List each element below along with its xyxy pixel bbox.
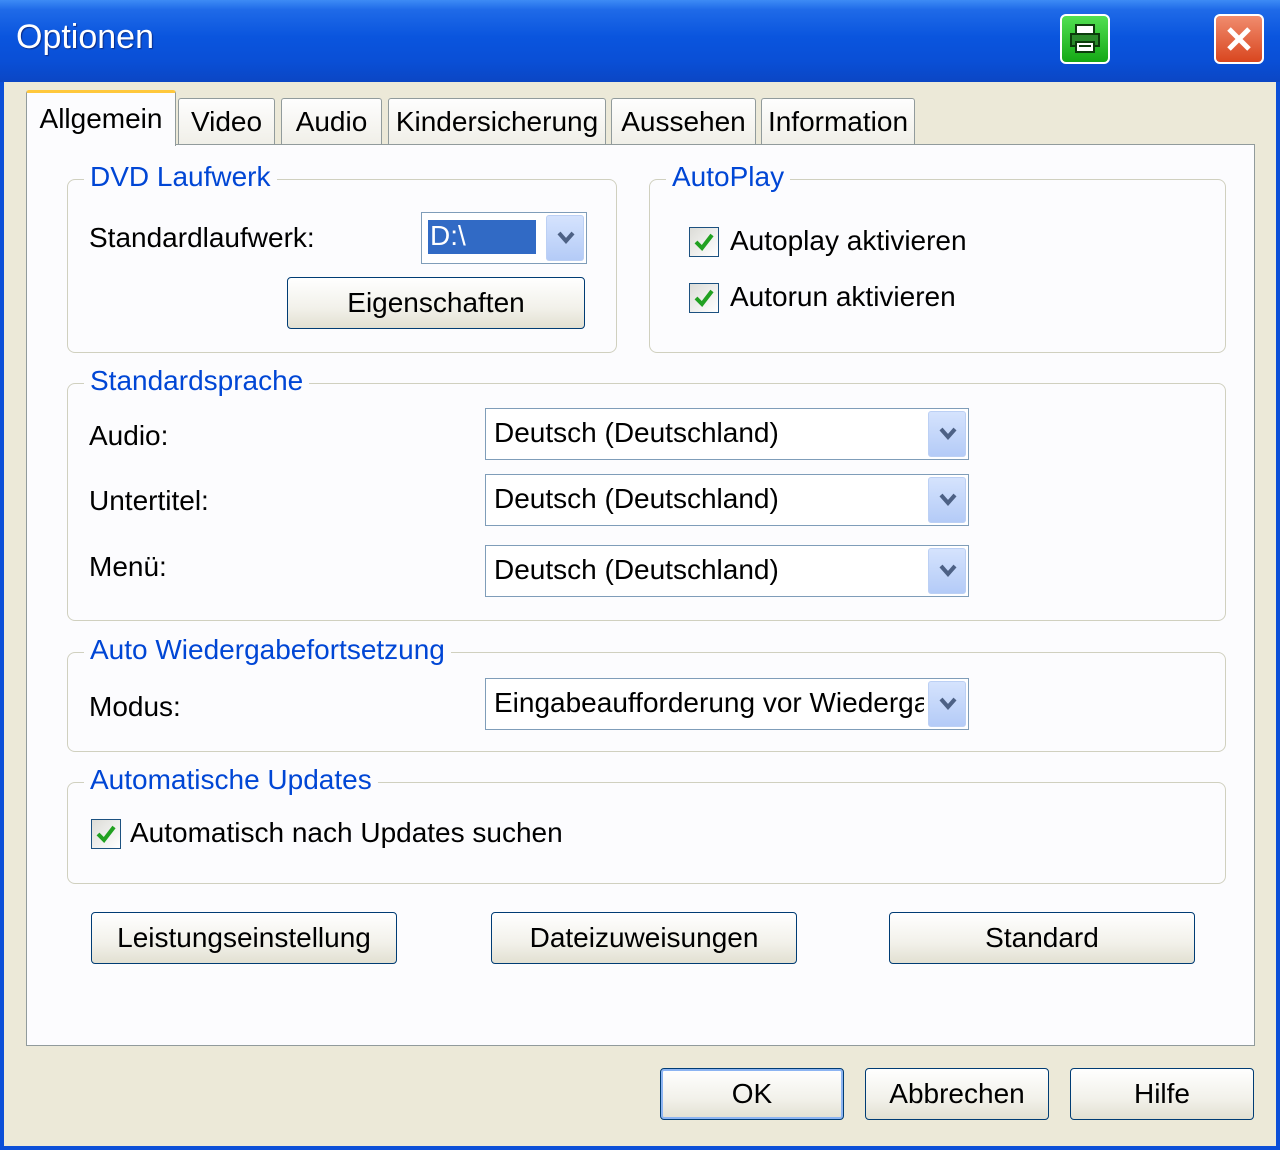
auto-resume-group: Auto Wiedergabefortsetzung Modus: Eingab… [67,634,1226,752]
tab-video[interactable]: Video [178,98,275,144]
tab-information[interactable]: Information [761,98,915,144]
autoplay-label: Autoplay aktivieren [730,225,967,256]
autorun-checkbox[interactable] [689,283,719,313]
auto-resume-legend: Auto Wiedergabefortsetzung [84,634,451,666]
dvd-drive-legend: DVD Laufwerk [84,161,277,193]
menu-language-value: Deutsch (Deutschland) [494,554,779,585]
tab-panel-allgemein: DVD Laufwerk Standardlaufwerk: D:\ Eigen… [26,144,1255,1046]
default-language-group: Standardsprache Audio: Deutsch (Deutschl… [67,365,1226,621]
menu-language-label: Menü: [89,551,167,582]
chevron-down-icon[interactable] [928,681,966,727]
default-drive-value: D:\ [428,220,536,254]
subtitle-language-value: Deutsch (Deutschland) [494,483,779,514]
title-bar[interactable]: Optionen [0,0,1280,82]
help-button[interactable]: Hilfe [1070,1068,1254,1120]
chevron-down-icon[interactable] [928,477,966,523]
audio-language-select[interactable]: Deutsch (Deutschland) [485,408,969,460]
autorun-label: Autorun aktivieren [730,281,956,312]
autoplay-checkbox[interactable] [689,227,719,257]
auto-updates-label: Automatisch nach Updates suchen [130,817,563,848]
options-dialog: Optionen Allgemein Video Audio Kindersic… [0,0,1280,1150]
standard-button[interactable]: Standard [889,912,1195,964]
mode-value: Eingabeaufforderung vor Wiedergal [494,687,924,718]
chevron-down-icon[interactable] [546,215,584,261]
dvd-drive-group: DVD Laufwerk Standardlaufwerk: D:\ Eigen… [67,161,617,353]
print-icon[interactable] [1060,14,1110,64]
auto-updates-checkbox[interactable] [91,819,121,849]
cancel-button[interactable]: Abbrechen [865,1068,1049,1120]
file-associations-button[interactable]: Dateizuweisungen [491,912,797,964]
properties-button[interactable]: Eigenschaften [287,277,585,329]
menu-language-select[interactable]: Deutsch (Deutschland) [485,545,969,597]
tab-kindersicherung[interactable]: Kindersicherung [388,98,606,144]
performance-settings-button[interactable]: Leistungseinstellung [91,912,397,964]
chevron-down-icon[interactable] [928,548,966,594]
close-icon[interactable] [1214,14,1264,64]
auto-updates-legend: Automatische Updates [84,764,378,796]
tab-aussehen[interactable]: Aussehen [611,98,756,144]
mode-label: Modus: [89,691,181,722]
tab-allgemein[interactable]: Allgemein [26,90,176,146]
autoplay-group: AutoPlay Autoplay aktivieren Autorun akt… [649,161,1226,353]
subtitle-language-label: Untertitel: [89,485,209,516]
default-language-legend: Standardsprache [84,365,310,397]
tab-audio[interactable]: Audio [281,98,382,144]
audio-language-value: Deutsch (Deutschland) [494,417,779,448]
default-drive-label: Standardlaufwerk: [89,222,315,253]
window-title: Optionen [16,18,154,56]
default-drive-select[interactable]: D:\ [421,212,587,264]
audio-language-label: Audio: [89,420,169,451]
auto-updates-group: Automatische Updates Automatisch nach Up… [67,764,1226,884]
autoplay-legend: AutoPlay [666,161,791,193]
ok-button[interactable]: OK [660,1068,844,1120]
chevron-down-icon[interactable] [928,411,966,457]
mode-select[interactable]: Eingabeaufforderung vor Wiedergal [485,678,969,730]
subtitle-language-select[interactable]: Deutsch (Deutschland) [485,474,969,526]
